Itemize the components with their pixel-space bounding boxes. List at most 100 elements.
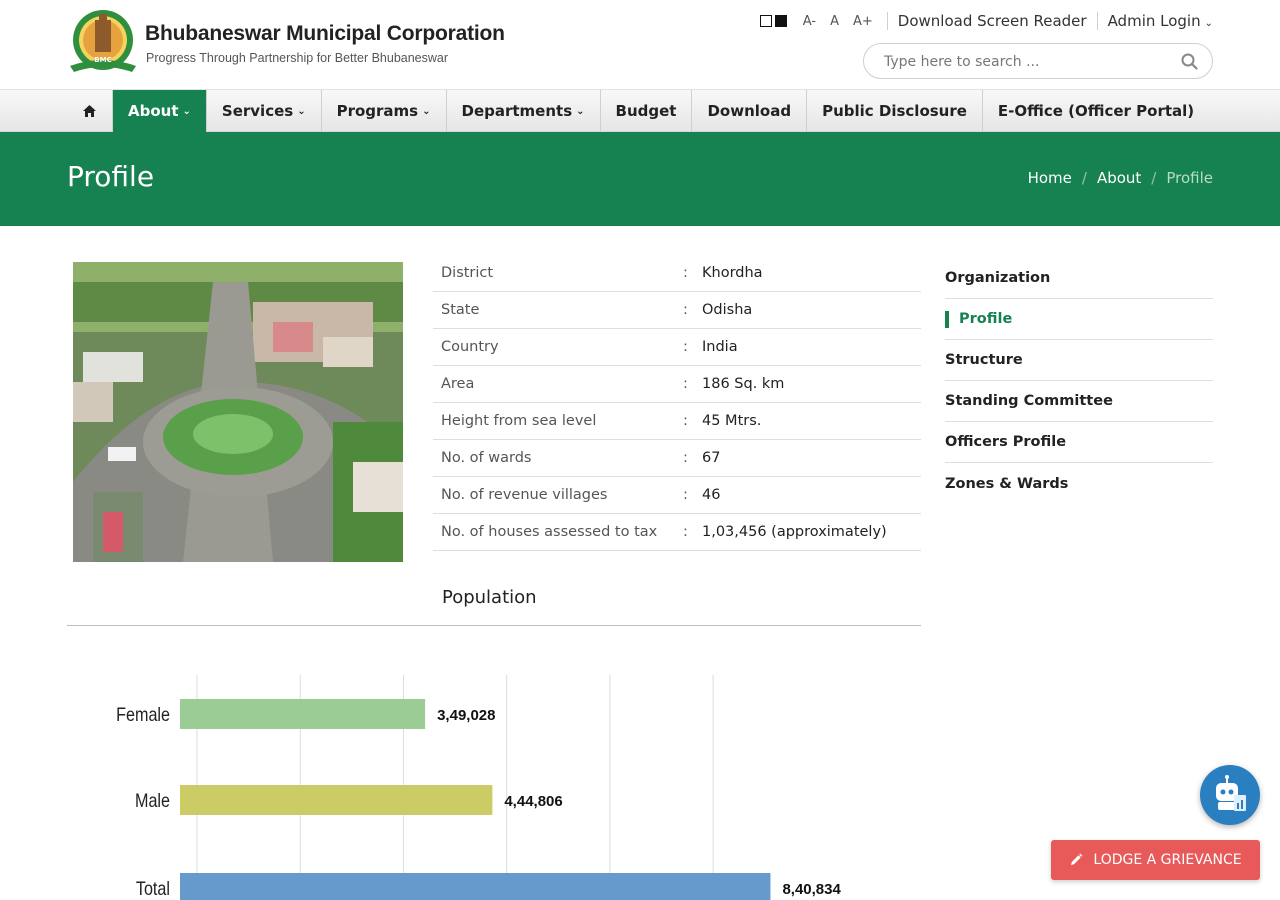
chatbot-button[interactable] bbox=[1200, 765, 1260, 825]
font-normal-button[interactable]: A bbox=[830, 14, 839, 29]
city-aerial-photo bbox=[73, 262, 403, 562]
divider bbox=[886, 12, 888, 30]
search-icon[interactable] bbox=[1180, 52, 1200, 72]
breadcrumb-separator: / bbox=[1081, 169, 1087, 187]
row-label: State bbox=[441, 302, 480, 318]
page-banner: Profile Home / About / Profile bbox=[0, 132, 1280, 226]
admin-login-menu[interactable]: Admin Login ⌄ bbox=[1108, 12, 1213, 30]
row-value: 67 bbox=[702, 450, 721, 466]
site-tagline: Progress Through Partnership for Better … bbox=[146, 51, 449, 65]
sidebar-item-organization[interactable]: Organization bbox=[945, 258, 1213, 299]
search-input[interactable] bbox=[884, 52, 1174, 72]
bar-female bbox=[180, 699, 426, 729]
download-screen-reader-link[interactable]: Download Screen Reader bbox=[898, 12, 1087, 30]
table-row: Area:186 Sq. km bbox=[433, 366, 921, 403]
sidebar-item-label: Structure bbox=[945, 352, 1023, 368]
nav-about[interactable]: About ⌄ bbox=[113, 90, 207, 132]
sidebar-item-officers-profile[interactable]: Officers Profile bbox=[945, 422, 1213, 463]
chatbot-icon bbox=[1216, 775, 1246, 811]
contrast-toggle bbox=[759, 15, 787, 27]
row-separator: : bbox=[683, 302, 688, 318]
category-label: Male bbox=[135, 790, 170, 812]
nav-home[interactable] bbox=[67, 90, 113, 132]
breadcrumb-about[interactable]: About bbox=[1097, 169, 1141, 187]
breadcrumb-current: Profile bbox=[1166, 169, 1213, 187]
row-separator: : bbox=[683, 524, 688, 540]
row-label: Country bbox=[441, 339, 499, 355]
nav-programs[interactable]: Programs ⌄ bbox=[322, 90, 447, 132]
light-contrast-button[interactable] bbox=[759, 15, 772, 27]
divider bbox=[1096, 12, 1098, 30]
row-label: No. of wards bbox=[441, 450, 532, 466]
divider bbox=[67, 625, 921, 626]
population-heading: Population bbox=[442, 587, 537, 608]
nav-label: About bbox=[128, 102, 179, 120]
breadcrumb-separator: / bbox=[1151, 169, 1157, 187]
row-label: No. of houses assessed to tax bbox=[441, 524, 658, 540]
row-label: No. of revenue villages bbox=[441, 487, 608, 503]
chevron-down-icon: ⌄ bbox=[297, 105, 306, 117]
row-label: Area bbox=[441, 376, 475, 392]
table-row: State: Odisha bbox=[433, 292, 921, 329]
nav-services[interactable]: Services ⌄ bbox=[207, 90, 322, 132]
home-icon bbox=[83, 105, 96, 117]
nav-budget[interactable]: Budget bbox=[601, 90, 693, 132]
row-value: Khordha bbox=[702, 265, 763, 281]
row-label: District bbox=[441, 265, 494, 281]
chevron-down-icon: ⌄ bbox=[1204, 18, 1213, 29]
table-row: District: Khordha bbox=[433, 255, 921, 292]
grievance-label: LODGE A GRIEVANCE bbox=[1093, 852, 1242, 868]
site-title[interactable]: Bhubaneswar Municipal Corporation bbox=[145, 22, 505, 46]
sidebar-item-zones-wards[interactable]: Zones & Wards bbox=[945, 463, 1213, 504]
sidebar-item-structure[interactable]: Structure bbox=[945, 340, 1213, 381]
row-value: Odisha bbox=[702, 302, 753, 318]
sidebar-item-label: Zones & Wards bbox=[945, 475, 1069, 492]
breadcrumb-home[interactable]: Home bbox=[1028, 169, 1072, 187]
row-value: 186 Sq. km bbox=[702, 376, 785, 392]
sidebar-menu: Organization Profile Structure Standing … bbox=[945, 258, 1213, 504]
data-label: 3,49,028 bbox=[437, 707, 495, 724]
nav-departments[interactable]: Departments ⌄ bbox=[447, 90, 601, 132]
page-title: Profile bbox=[67, 160, 155, 193]
lodge-grievance-button[interactable]: LODGE A GRIEVANCE bbox=[1051, 840, 1260, 880]
nav-label: Departments bbox=[461, 102, 573, 120]
row-value: 46 bbox=[702, 487, 721, 503]
main-nav: About ⌄ Services ⌄ Programs ⌄ Departments ⌄ … bbox=[0, 90, 1280, 132]
table-row: No. of wards:67 bbox=[433, 440, 921, 477]
nav-label: Public Disclosure bbox=[822, 102, 967, 120]
dark-contrast-button[interactable] bbox=[774, 15, 787, 27]
font-decrease-button[interactable]: A- bbox=[803, 14, 816, 29]
row-value: 45 Mtrs. bbox=[702, 413, 762, 429]
sidebar-item-profile[interactable]: Profile bbox=[945, 299, 1213, 340]
chevron-down-icon: ⌄ bbox=[182, 105, 191, 117]
table-row: No. of houses assessed to tax:1,03,456 (… bbox=[433, 514, 921, 551]
nav-e-office[interactable]: E-Office (Officer Portal) bbox=[983, 90, 1209, 132]
nav-label: Budget bbox=[615, 102, 677, 120]
row-separator: : bbox=[683, 413, 688, 429]
bar-male bbox=[180, 785, 493, 815]
active-indicator bbox=[945, 310, 949, 328]
sidebar-item-label: Standing Committee bbox=[945, 393, 1113, 409]
row-separator: : bbox=[683, 339, 688, 355]
sidebar-item-standing-committee[interactable]: Standing Committee bbox=[945, 381, 1213, 422]
row-separator: : bbox=[683, 487, 688, 503]
nav-public-disclosure[interactable]: Public Disclosure bbox=[807, 90, 983, 132]
population-chart: Female 3,49,028 Male 4,44,806 Total 8,40,834 bbox=[116, 675, 841, 900]
site-header: BMC Bhubaneswar Municipal Corporation Pr… bbox=[0, 0, 1280, 90]
chevron-down-icon: ⌄ bbox=[576, 105, 585, 117]
profile-table: District: Khordha State: Odisha Country: In… bbox=[433, 255, 921, 551]
search-box bbox=[863, 43, 1213, 79]
row-value: 1,03,456 (approximately) bbox=[702, 524, 887, 540]
nav-download[interactable]: Download bbox=[692, 90, 808, 132]
row-separator: : bbox=[683, 376, 688, 392]
category-label: Total bbox=[136, 878, 170, 900]
row-separator: : bbox=[683, 450, 688, 466]
font-increase-button[interactable]: A+ bbox=[853, 14, 873, 29]
data-label: 4,44,806 bbox=[504, 793, 562, 810]
admin-login-label: Admin Login bbox=[1107, 12, 1201, 30]
bmc-logo[interactable]: BMC bbox=[68, 8, 138, 76]
nav-label: E-Office (Officer Portal) bbox=[997, 102, 1195, 120]
row-label: Height from sea level bbox=[441, 413, 597, 429]
nav-label: Services bbox=[221, 102, 294, 120]
row-value: India bbox=[702, 339, 738, 355]
